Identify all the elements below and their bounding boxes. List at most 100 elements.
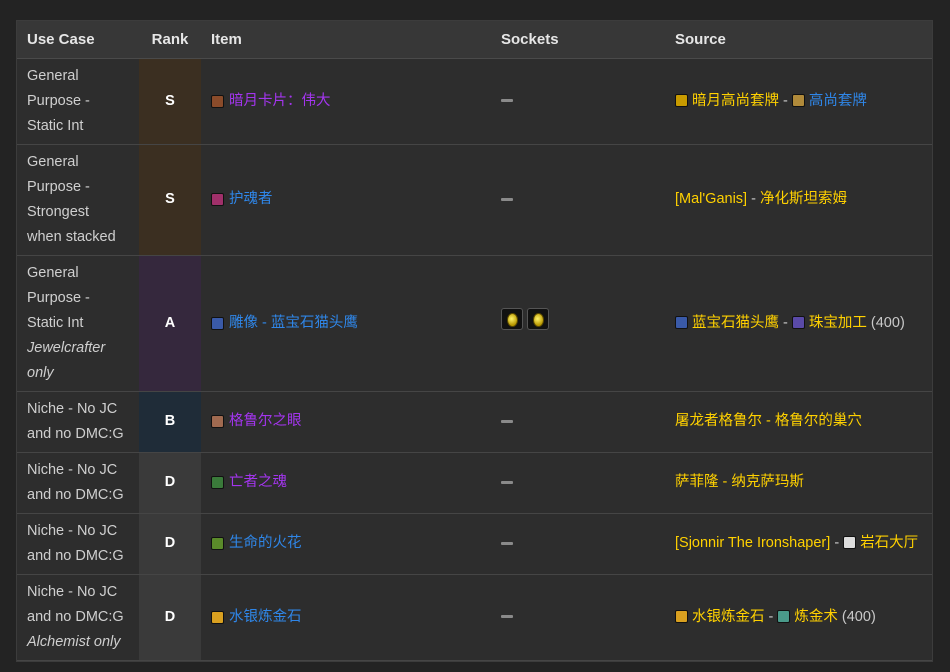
source-text: (400): [866, 314, 905, 331]
mercurial-alchemist-stone-icon: [675, 609, 688, 623]
item-link[interactable]: 护魂者: [211, 187, 481, 212]
use-case-line: General: [27, 153, 79, 170]
item-cell: 生命的火花: [201, 513, 491, 575]
sockets-cell: [491, 391, 665, 453]
item-name: 暗月卡片：伟大: [229, 92, 331, 109]
source-text: -: [747, 191, 760, 207]
source-link[interactable]: 屠龙者格鲁尔 - 格鲁尔的巢穴: [675, 413, 862, 429]
source-link[interactable]: 水银炼金石: [692, 609, 765, 625]
source-text: (400): [837, 608, 876, 625]
jewelcrafting-icon: [791, 315, 805, 329]
header-item: Item: [201, 21, 491, 59]
dash-icon: [501, 480, 513, 484]
use-case-line: and no DMC:G: [27, 547, 124, 564]
sapphire-owl-icon: [211, 316, 224, 330]
item-name: 护魂者: [229, 191, 273, 207]
use-case-line: Niche - No JC: [27, 583, 118, 600]
use-case-note: Jewelcrafter only: [27, 339, 106, 381]
darkmoon-card-icon: [211, 94, 224, 108]
use-case-line: General: [27, 67, 79, 84]
source-text: -: [779, 92, 792, 109]
rank-cell: B: [139, 391, 201, 453]
header-source: Source: [665, 21, 932, 59]
use-case-line: Niche - No JC: [27, 461, 118, 478]
dash-icon: [501, 541, 513, 545]
yellow-socket-icon: [527, 307, 549, 330]
item-link[interactable]: 雕像 - 蓝宝石猫头鹰: [211, 311, 481, 336]
source-cell: 蓝宝石猫头鹰 - 珠宝加工 (400): [665, 255, 932, 392]
source-link[interactable]: 岩石大厅: [860, 535, 918, 551]
soul-preserver-icon: [211, 193, 224, 206]
item-link[interactable]: 水银炼金石: [211, 605, 481, 630]
source-cell: 水银炼金石 - 炼金术 (400): [665, 574, 932, 661]
item-link[interactable]: 生命的火花: [211, 531, 481, 556]
eye-of-gruul-icon: [211, 415, 224, 428]
use-case-line: and no DMC:G: [27, 608, 124, 625]
rank-cell: D: [139, 452, 201, 514]
item-link[interactable]: 亡者之魂: [211, 470, 481, 495]
table-row: General Purpose - Static Int S 暗月卡片：伟大 暗月高尚套牌…: [17, 58, 932, 145]
rank-cell: D: [139, 574, 201, 661]
use-case-line: Purpose -: [27, 92, 90, 109]
source-link[interactable]: 珠宝加工: [809, 315, 867, 331]
source-text: -: [764, 608, 778, 625]
use-case-cell: Niche - No JC and no DMC:G: [17, 452, 139, 514]
source-link[interactable]: 高尚套牌: [809, 93, 867, 109]
header-row: Use Case Rank Item Sockets Source: [17, 21, 932, 59]
table-row: Niche - No JC and no DMC:G Alchemist only D…: [17, 574, 932, 661]
use-case-line: Niche - No JC: [27, 400, 118, 417]
item-name: 雕像 - 蓝宝石猫头鹰: [229, 314, 358, 331]
use-case-cell: Niche - No JC and no DMC:G Alchemist only: [17, 574, 139, 661]
header-sockets: Sockets: [491, 21, 665, 59]
source-link[interactable]: [Sjonnir The Ironshaper]: [675, 535, 830, 551]
dash-icon: [501, 615, 513, 619]
source-cell: [Mal'Ganis] - 净化斯坦索姆: [665, 144, 932, 256]
source-link[interactable]: 萨菲隆 - 纳克萨玛斯: [675, 474, 804, 490]
source-link[interactable]: 净化斯坦索姆: [760, 191, 847, 207]
source-link[interactable]: 暗月高尚套牌: [692, 93, 779, 109]
item-cell: 暗月卡片：伟大: [201, 58, 491, 145]
dash-icon: [501, 99, 513, 103]
sockets-cell: [491, 574, 665, 661]
item-name: 水银炼金石: [229, 608, 302, 625]
source-link[interactable]: [Mal'Ganis]: [675, 191, 747, 207]
source-cell: 萨菲隆 - 纳克萨玛斯: [665, 452, 932, 514]
use-case-cell: General Purpose - Strongest when stacked: [17, 144, 139, 256]
sockets-cell: [491, 452, 665, 514]
item-name: 格鲁尔之眼: [229, 413, 302, 429]
use-case-line: Purpose -: [27, 178, 90, 195]
quest-exclamation-icon: [675, 93, 688, 107]
source-link[interactable]: 蓝宝石猫头鹰: [692, 315, 779, 331]
alchemy-icon: [777, 609, 791, 623]
mercurial-alchemist-stone-icon: [211, 610, 224, 624]
use-case-line: Static Int: [27, 314, 84, 331]
spark-of-life-icon: [211, 537, 224, 550]
source-text: -: [779, 314, 792, 331]
item-cell: 亡者之魂: [201, 452, 491, 514]
trinket-ranking-table: Use Case Rank Item Sockets Source Genera…: [17, 21, 932, 661]
use-case-line: Niche - No JC: [27, 522, 118, 539]
sockets-cell: [491, 255, 665, 392]
skull-icon: [843, 536, 857, 549]
table-row: General Purpose - Static Int Jewelcrafter o…: [17, 255, 932, 392]
item-cell: 格鲁尔之眼: [201, 391, 491, 453]
item-cell: 水银炼金石: [201, 574, 491, 661]
use-case-cell: General Purpose - Static Int Jewelcrafter o…: [17, 255, 139, 392]
dash-icon: [501, 419, 513, 423]
item-link[interactable]: 格鲁尔之眼: [211, 409, 481, 434]
rank-cell: S: [139, 58, 201, 145]
table-row: Niche - No JC and no DMC:G D 生命的火花 [Sjonnir …: [17, 513, 932, 575]
source-link[interactable]: 炼金术: [794, 609, 838, 625]
sapphire-owl-icon: [675, 315, 688, 329]
use-case-line: Strongest: [27, 203, 90, 220]
source-cell: [Sjonnir The Ironshaper] - 岩石大厅: [665, 513, 932, 575]
dash-icon: [501, 197, 513, 201]
card-deck-icon: [791, 93, 805, 107]
sockets-cell: [491, 513, 665, 575]
source-text: -: [830, 535, 844, 551]
use-case-line: Purpose -: [27, 289, 90, 306]
item-link[interactable]: 暗月卡片：伟大: [211, 89, 481, 114]
item-cell: 雕像 - 蓝宝石猫头鹰: [201, 255, 491, 392]
use-case-line: and no DMC:G: [27, 486, 124, 503]
source-cell: 屠龙者格鲁尔 - 格鲁尔的巢穴: [665, 391, 932, 453]
